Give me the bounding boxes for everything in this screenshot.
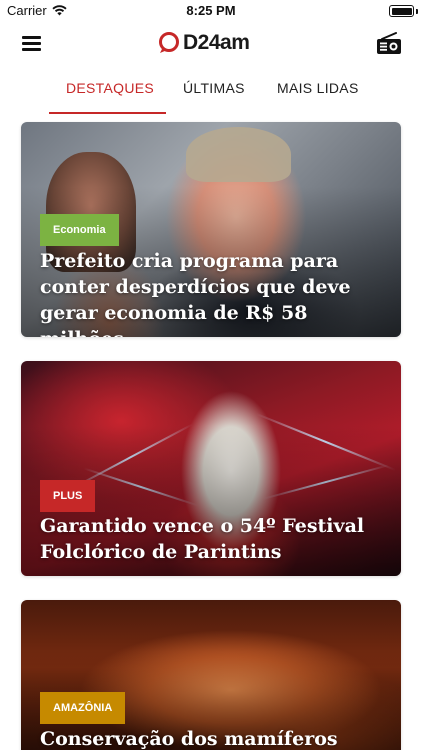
navigation-bar: D24am — [0, 22, 422, 66]
article-card[interactable]: Economia Prefeito cria programa para con… — [21, 122, 401, 337]
status-time: 8:25 PM — [186, 3, 236, 18]
tab-mais-lidas[interactable]: MAIS LIDAS — [277, 80, 359, 96]
category-badge[interactable]: PLUS — [40, 480, 96, 512]
battery-tip — [416, 9, 418, 14]
article-headline[interactable]: Conservação dos mamíferos — [40, 726, 387, 750]
article-card[interactable]: AMAZÔNIA Conservação dos mamíferos — [21, 600, 401, 750]
logo-pin-icon — [159, 32, 179, 53]
hamburger-menu-icon[interactable] — [20, 32, 44, 54]
article-headline[interactable]: Garantido vence o 54º Festival Folclóric… — [40, 513, 387, 565]
tab-destaques[interactable]: DESTAQUES — [66, 80, 154, 96]
status-bar: Carrier 8:25 PM — [0, 0, 422, 22]
active-tab-indicator — [49, 112, 166, 114]
app-logo: D24am — [158, 30, 250, 56]
category-badge[interactable]: Economia — [40, 214, 119, 246]
section-tabs: DESTAQUES ÚLTIMAS MAIS LIDAS — [0, 70, 422, 116]
radio-icon[interactable] — [376, 31, 402, 55]
article-headline[interactable]: Prefeito cria programa para conter despe… — [40, 248, 387, 337]
battery-icon — [389, 5, 414, 17]
article-card[interactable]: PLUS Garantido vence o 54º Festival Folc… — [21, 361, 401, 576]
category-badge[interactable]: AMAZÔNIA — [40, 692, 126, 724]
tab-ultimas[interactable]: ÚLTIMAS — [183, 80, 245, 96]
logo-text: D24am — [183, 31, 250, 54]
